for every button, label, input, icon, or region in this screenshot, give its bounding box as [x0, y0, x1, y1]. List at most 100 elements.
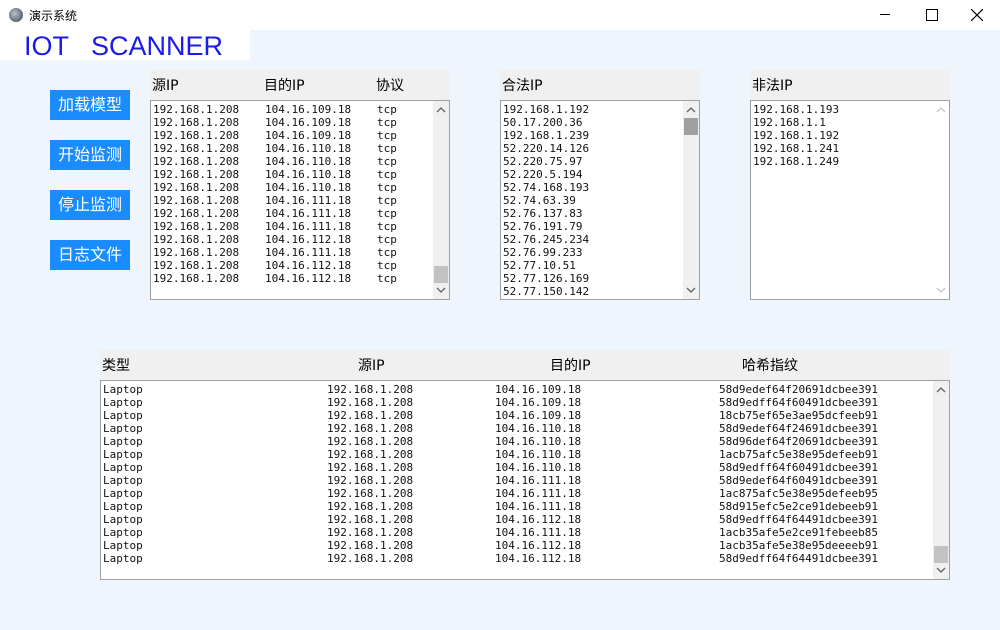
- legal-ip-item-cell: 52.77.126.169: [503, 272, 590, 285]
- log-row-cell: 58d9edff64f64491dcbee391: [719, 513, 878, 526]
- log-panel: 类型 源IP 目的IP 哈希指纹 Laptop 192.168.1.208 104.…: [100, 350, 950, 580]
- traffic-row-cell: tcp: [377, 181, 397, 194]
- maximize-button[interactable]: [908, 0, 954, 30]
- brand-text: IOT SCANNER: [24, 31, 224, 61]
- traffic-row-cell: 104.16.111.18: [265, 207, 352, 220]
- traffic-row-cell: 192.168.1.208: [153, 272, 240, 285]
- log-row-cell: 58d96def64f20691dcbee391: [719, 435, 878, 448]
- traffic-row-cell: tcp: [377, 168, 397, 181]
- traffic-row-cell: 192.168.1.208: [153, 233, 240, 246]
- traffic-row-cell: 192.168.1.208: [153, 194, 240, 207]
- log-row-cell: 192.168.1.208: [327, 448, 414, 461]
- load-model-button[interactable]: 加载模型: [50, 90, 130, 120]
- legal-ip-item-cell: 52.76.137.83: [503, 207, 583, 220]
- illegal-ip-item-cell: 192.168.1.249: [753, 155, 840, 168]
- traffic-scrollbar[interactable]: [433, 101, 449, 299]
- log-list[interactable]: Laptop 192.168.1.208 104.16.109.18 58d9edef…: [100, 380, 950, 580]
- scroll-up-icon[interactable]: [436, 105, 446, 115]
- log-row-cell: Laptop: [103, 409, 143, 422]
- illegal-ip-panel: 非法IP 192.168.1.193 192.168.1.1 192.168.1.1…: [750, 70, 950, 300]
- log-row-cell: 192.168.1.208: [327, 552, 414, 565]
- legal-ip-item-cell: 52.77.150.142: [503, 285, 590, 298]
- traffic-row-cell: tcp: [377, 116, 397, 129]
- illegal-scrollbar[interactable]: [933, 101, 949, 299]
- illegal-ip-list[interactable]: 192.168.1.193 192.168.1.1 192.168.1.192 192…: [750, 100, 950, 300]
- traffic-list[interactable]: 192.168.1.208 104.16.109.18 tcp 192.168.1.2…: [150, 100, 450, 300]
- close-button[interactable]: [954, 0, 1000, 30]
- log-row-cell: 192.168.1.208: [327, 500, 414, 513]
- log-row-cell: Laptop: [103, 383, 143, 396]
- log-row-cell: 1acb35afe5e38e95deeeeb91: [719, 539, 878, 552]
- legal-ip-panel: 合法IP 192.168.1.192 50.17.200.36 192.168.1.…: [500, 70, 700, 300]
- log-header-dst: 目的IP: [550, 358, 591, 374]
- legal-ip-item-cell: 52.77.10.51: [503, 259, 576, 272]
- log-scrollbar[interactable]: [933, 381, 949, 579]
- traffic-row-cell: 192.168.1.208: [153, 246, 240, 259]
- traffic-row-cell: 192.168.1.208: [153, 129, 240, 142]
- log-row-cell: 104.16.110.18: [495, 422, 582, 435]
- log-row-cell: Laptop: [103, 474, 143, 487]
- legal-scrollbar[interactable]: [683, 101, 699, 299]
- log-header-hash: 哈希指纹: [742, 358, 798, 374]
- traffic-row-cell: 192.168.1.208: [153, 220, 240, 233]
- log-row-cell: Laptop: [103, 552, 143, 565]
- illegal-ip-header: 非法IP: [752, 78, 793, 94]
- log-row-cell: 192.168.1.208: [327, 526, 414, 539]
- log-row-cell: 104.16.110.18: [495, 435, 582, 448]
- traffic-row-cell: tcp: [377, 142, 397, 155]
- log-file-button[interactable]: 日志文件: [50, 240, 130, 270]
- log-scroll-thumb[interactable]: [934, 546, 948, 563]
- log-row-cell: 192.168.1.208: [327, 435, 414, 448]
- log-row-cell: 58d9edff64f60491dcbee391: [719, 396, 878, 409]
- traffic-row-cell: 192.168.1.208: [153, 103, 240, 116]
- traffic-row-cell: tcp: [377, 259, 397, 272]
- traffic-header-src: 源IP: [152, 78, 179, 94]
- log-row-cell: 58d9edff64f64491dcbee391: [719, 552, 878, 565]
- legal-ip-list[interactable]: 192.168.1.192 50.17.200.36 192.168.1.239 52…: [500, 100, 700, 300]
- traffic-row-cell: 104.16.110.18: [265, 168, 352, 181]
- log-row-cell: 192.168.1.208: [327, 396, 414, 409]
- log-row-cell: 58d9edff64f60491dcbee391: [719, 461, 878, 474]
- scroll-down-icon[interactable]: [436, 285, 446, 295]
- legal-scroll-thumb[interactable]: [684, 118, 698, 135]
- start-monitor-button[interactable]: 开始监测: [50, 140, 130, 170]
- log-row-cell: 104.16.109.18: [495, 396, 582, 409]
- log-row-cell: 192.168.1.208: [327, 422, 414, 435]
- log-row-cell: Laptop: [103, 435, 143, 448]
- traffic-row-cell: 104.16.109.18: [265, 129, 352, 142]
- log-row-cell: Laptop: [103, 500, 143, 513]
- log-row-cell: 192.168.1.208: [327, 474, 414, 487]
- stop-monitor-button[interactable]: 停止监测: [50, 190, 130, 220]
- traffic-row-cell: 192.168.1.208: [153, 259, 240, 272]
- traffic-row-cell: 104.16.112.18: [265, 233, 352, 246]
- log-row-cell: 58d9edef64f20691dcbee391: [719, 383, 878, 396]
- legal-ip-item-cell: 52.76.99.233: [503, 246, 583, 259]
- legal-ip-item-cell: 52.76.191.79: [503, 220, 583, 233]
- traffic-row-cell: tcp: [377, 103, 397, 116]
- traffic-scroll-thumb[interactable]: [434, 266, 448, 283]
- illegal-ip-item-cell: 192.168.1.192: [753, 129, 840, 142]
- traffic-panel: 源IP 目的IP 协议 192.168.1.208 104.16.109.18 tc…: [150, 70, 450, 300]
- traffic-row-cell: 104.16.109.18: [265, 103, 352, 116]
- scroll-down-icon[interactable]: [686, 285, 696, 295]
- log-row-cell: 192.168.1.208: [327, 383, 414, 396]
- traffic-row-cell: 192.168.1.208: [153, 168, 240, 181]
- log-row-cell: 104.16.109.18: [495, 383, 582, 396]
- log-row-cell: 104.16.110.18: [495, 461, 582, 474]
- scroll-down-icon[interactable]: [936, 565, 946, 575]
- log-row-cell: 1acb75afc5e38e95defeeb91: [719, 448, 878, 461]
- log-row-cell: 192.168.1.208: [327, 461, 414, 474]
- log-row-cell: 104.16.110.18: [495, 448, 582, 461]
- scroll-up-icon[interactable]: [936, 385, 946, 395]
- minimize-button[interactable]: [862, 0, 908, 30]
- traffic-row-cell: tcp: [377, 129, 397, 142]
- illegal-ip-item-cell: 192.168.1.1: [753, 116, 826, 129]
- scroll-down-icon[interactable]: [936, 285, 946, 295]
- scroll-up-icon[interactable]: [686, 105, 696, 115]
- log-header-type: 类型: [102, 358, 130, 374]
- legal-ip-item-cell: 52.74.63.39: [503, 194, 576, 207]
- log-row-cell: Laptop: [103, 526, 143, 539]
- scroll-up-icon[interactable]: [936, 105, 946, 115]
- traffic-row-cell: tcp: [377, 246, 397, 259]
- log-row-cell: Laptop: [103, 422, 143, 435]
